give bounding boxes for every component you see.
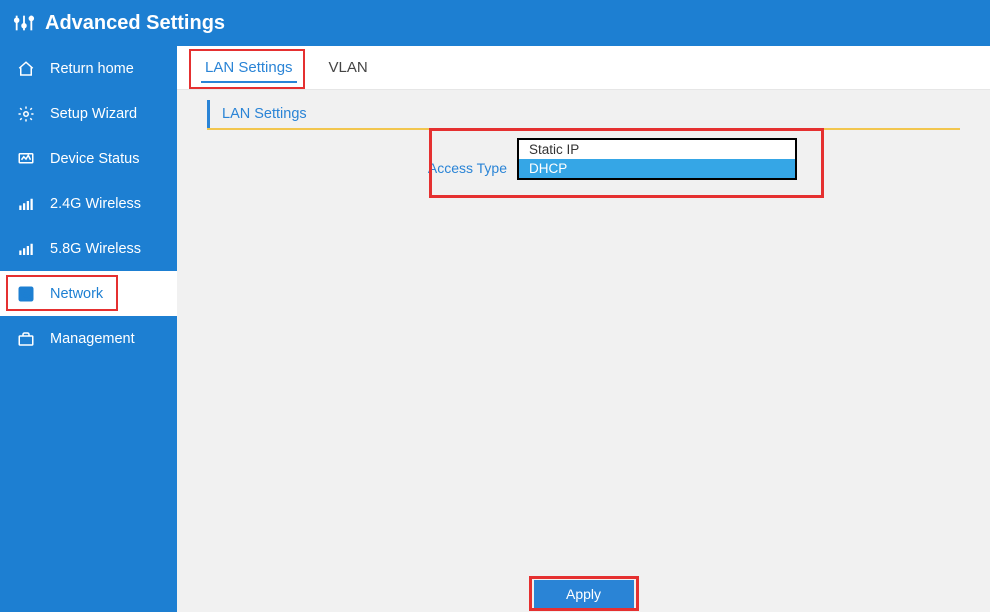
tab-vlan[interactable]: VLAN xyxy=(311,46,386,89)
dropdown-option-static-ip[interactable]: Static IP xyxy=(519,140,795,159)
sidebar-item-58g-wireless[interactable]: 5.8G Wireless xyxy=(0,226,177,271)
sidebar-item-network[interactable]: Network xyxy=(0,271,177,316)
dropdown-option-dhcp[interactable]: DHCP xyxy=(519,159,795,178)
sidebar-item-management[interactable]: Management xyxy=(0,316,177,361)
sidebar-item-label: Management xyxy=(50,331,135,347)
sidebar-item-setup-wizard[interactable]: Setup Wizard xyxy=(0,91,177,136)
footer: Apply xyxy=(177,580,990,608)
signal-icon xyxy=(15,240,37,258)
gear-icon xyxy=(15,105,37,123)
sidebar: Return home Setup Wizard Device Status 2… xyxy=(0,46,177,612)
network-icon xyxy=(15,285,37,303)
form-row-access-type: Access Type Static IP DHCP xyxy=(207,138,960,180)
content-area: LAN Settings Access Type Static IP DHCP xyxy=(177,90,990,612)
sidebar-item-24g-wireless[interactable]: 2.4G Wireless xyxy=(0,181,177,226)
tab-bar: LAN Settings VLAN xyxy=(177,46,990,90)
section-title: LAN Settings xyxy=(207,100,960,128)
tab-label: VLAN xyxy=(329,59,368,76)
sidebar-item-return-home[interactable]: Return home xyxy=(0,46,177,91)
sidebar-item-label: Network xyxy=(50,286,103,302)
apply-button-label: Apply xyxy=(566,586,601,602)
sliders-icon xyxy=(13,12,35,34)
tab-label: LAN Settings xyxy=(205,59,293,76)
apply-button[interactable]: Apply xyxy=(534,580,634,608)
tab-lan-settings[interactable]: LAN Settings xyxy=(187,46,311,89)
sidebar-item-label: Device Status xyxy=(50,151,139,167)
sidebar-item-device-status[interactable]: Device Status xyxy=(0,136,177,181)
briefcase-icon xyxy=(15,330,37,348)
access-type-dropdown[interactable]: Static IP DHCP xyxy=(517,138,797,180)
app-header: Advanced Settings xyxy=(0,0,990,46)
sidebar-item-label: 2.4G Wireless xyxy=(50,196,141,212)
page-title: Advanced Settings xyxy=(45,12,225,35)
monitor-icon xyxy=(15,150,37,168)
signal-icon xyxy=(15,195,37,213)
sidebar-item-label: Return home xyxy=(50,61,134,77)
access-type-label: Access Type xyxy=(207,138,507,176)
sidebar-item-label: Setup Wizard xyxy=(50,106,137,122)
main-panel: LAN Settings VLAN LAN Settings Access Ty… xyxy=(177,46,990,612)
home-icon xyxy=(15,60,37,78)
sidebar-item-label: 5.8G Wireless xyxy=(50,241,141,257)
section-underline xyxy=(207,128,960,130)
